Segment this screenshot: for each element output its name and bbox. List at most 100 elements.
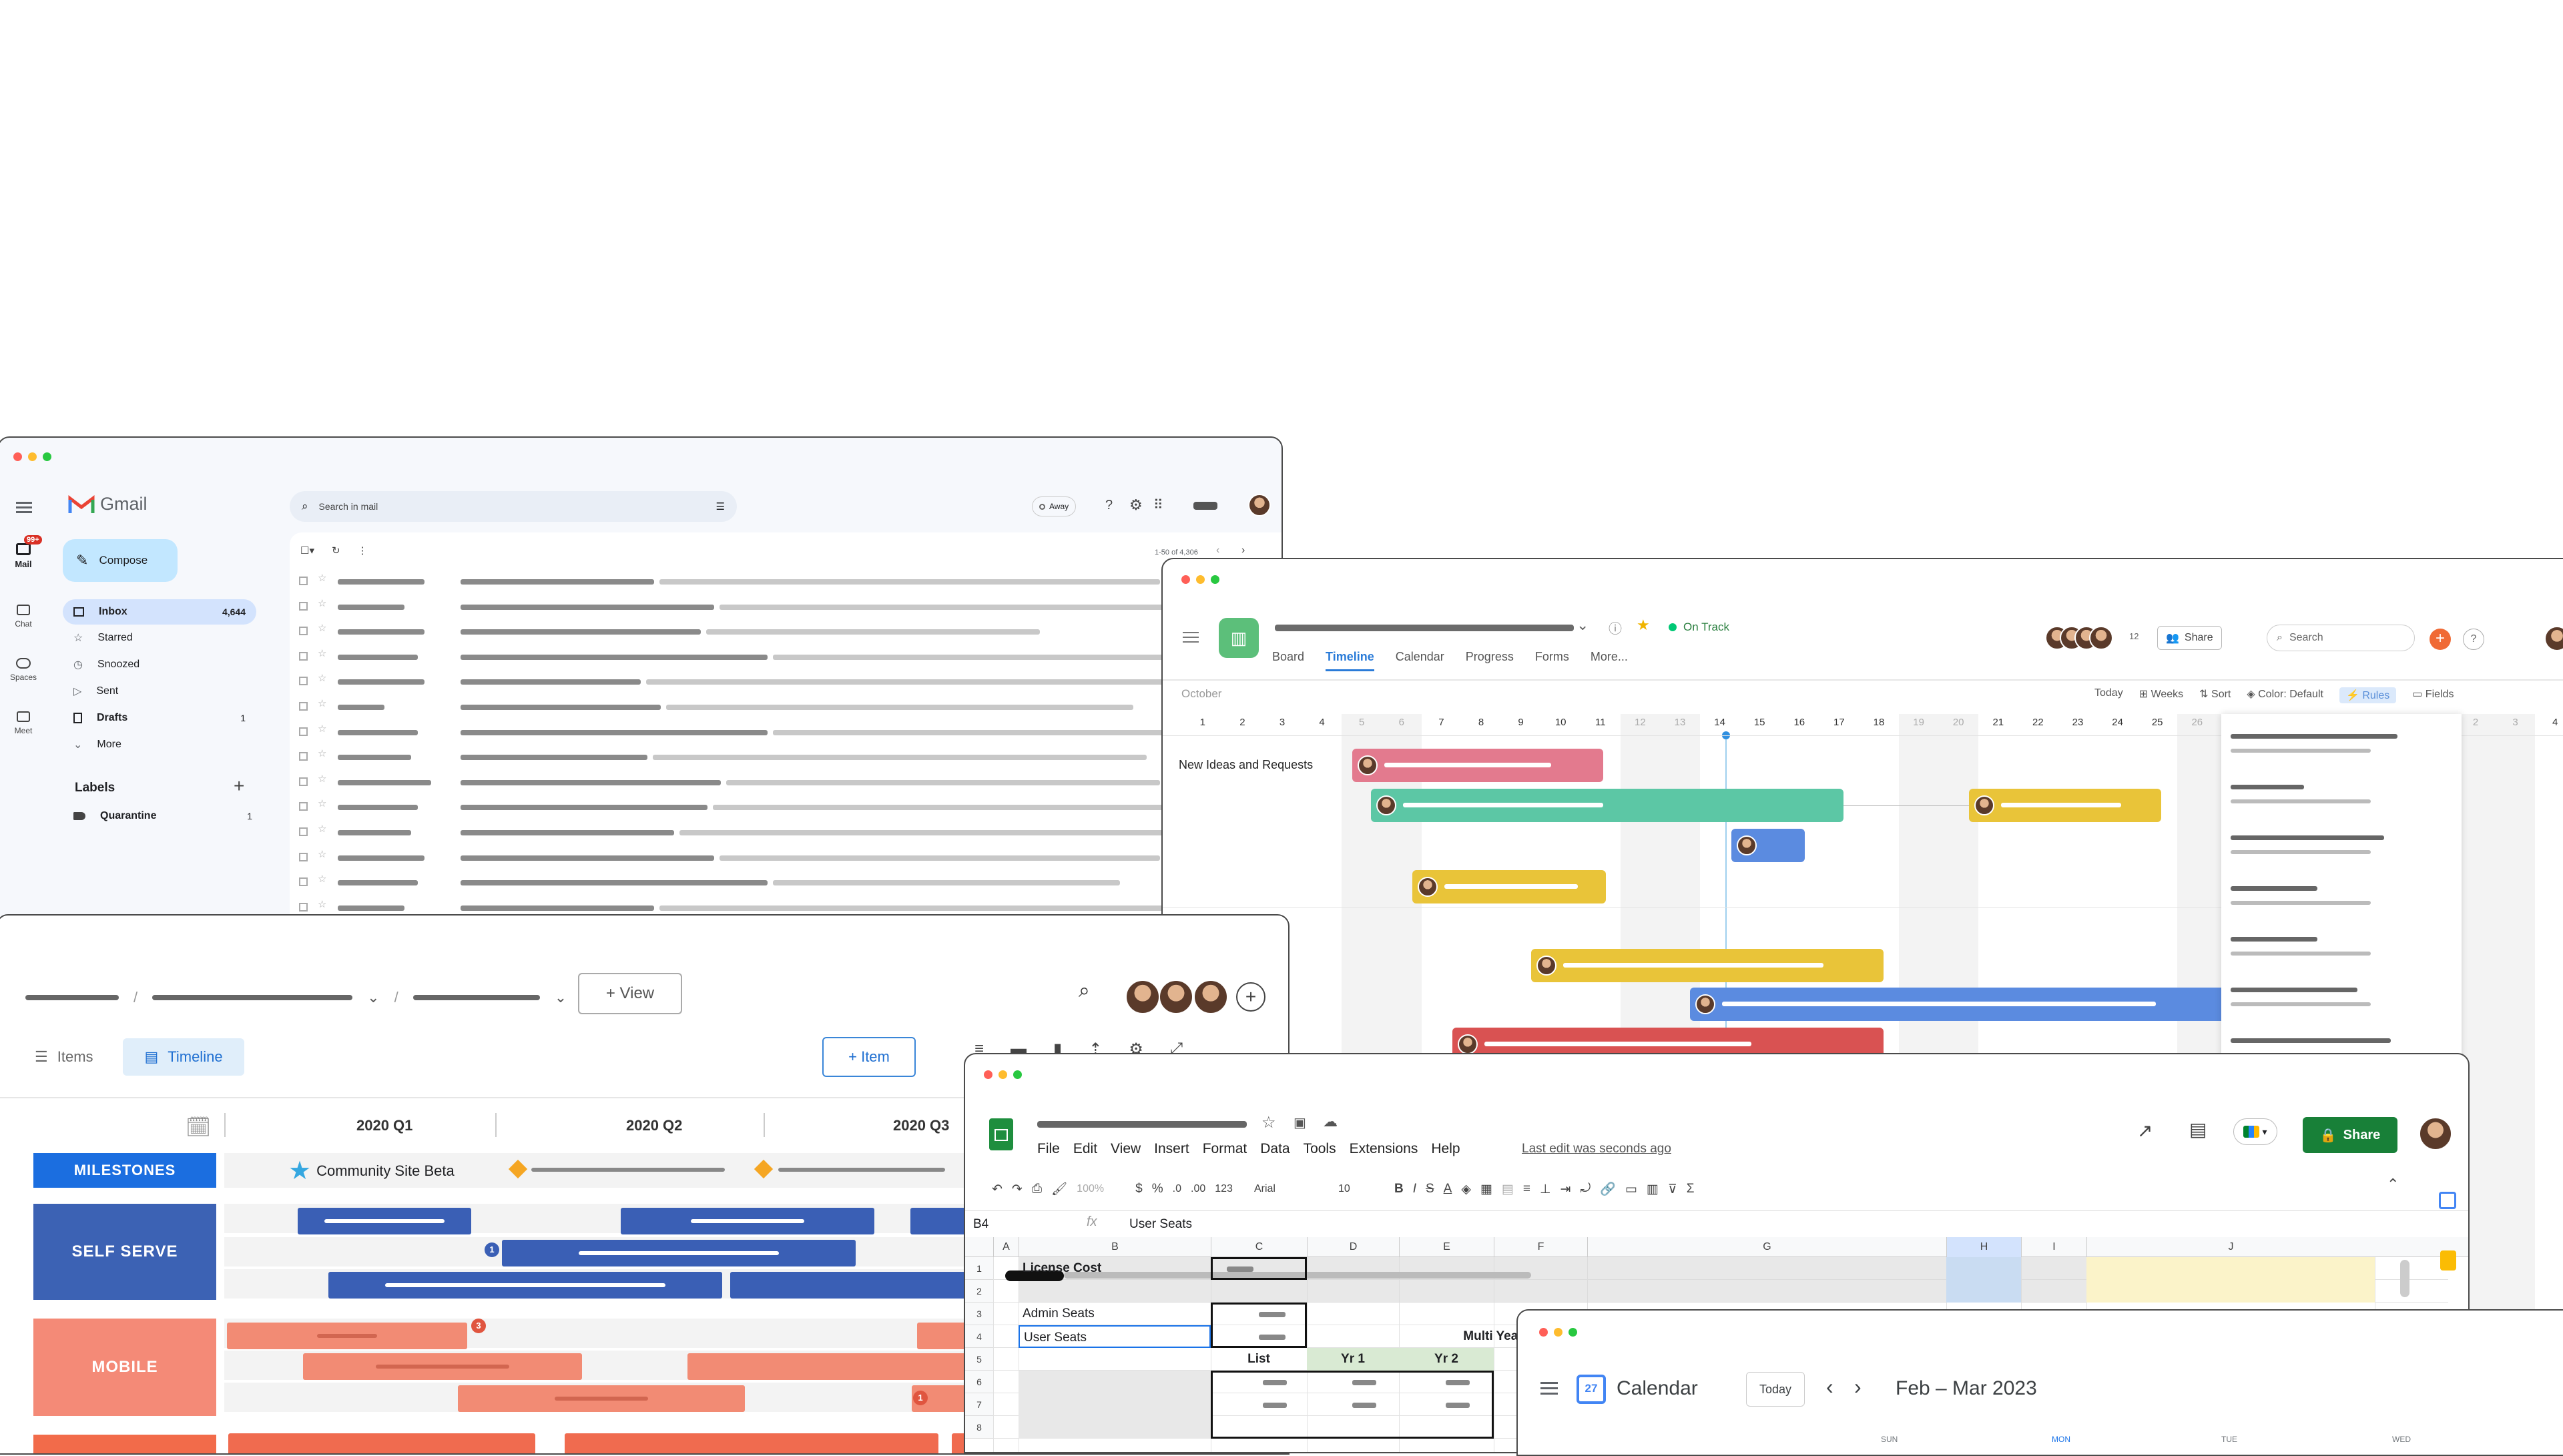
document-title[interactable]: [1037, 1121, 1247, 1128]
refresh-icon[interactable]: ↻: [332, 544, 340, 557]
menu-edit[interactable]: Edit: [1073, 1141, 1097, 1157]
share-button[interactable]: 👥 Share: [2157, 626, 2222, 650]
row-checkbox[interactable]: [299, 601, 308, 611]
mail-row[interactable]: ☆: [299, 797, 1282, 818]
star-icon[interactable]: ☆: [318, 672, 326, 684]
rule-title-placeholder[interactable]: [2231, 734, 2397, 739]
favorite-star-icon[interactable]: ★: [1637, 617, 1650, 634]
column-header[interactable]: H: [1946, 1237, 2021, 1257]
italic-icon[interactable]: I: [1413, 1182, 1416, 1196]
select-all-checkbox[interactable]: ☐▾: [300, 544, 314, 557]
cell[interactable]: User Seats: [1019, 1325, 1211, 1348]
row-header[interactable]: 8: [965, 1416, 993, 1439]
apps-icon[interactable]: ⠿: [1153, 496, 1163, 513]
mail-row[interactable]: ☆: [299, 822, 1282, 843]
currency-button[interactable]: $: [1135, 1182, 1143, 1196]
redo-icon[interactable]: ↷: [1012, 1182, 1023, 1197]
row-checkbox[interactable]: [299, 877, 308, 887]
row-checkbox[interactable]: [299, 651, 308, 661]
star-icon[interactable]: ☆: [318, 572, 326, 584]
valign-icon[interactable]: ⊥: [1540, 1182, 1551, 1197]
link-icon[interactable]: 🔗: [1600, 1181, 1616, 1197]
row-header[interactable]: 7: [965, 1393, 993, 1416]
add-label-icon[interactable]: +: [234, 775, 244, 797]
menu-data[interactable]: Data: [1260, 1141, 1290, 1157]
collaborator-avatar[interactable]: [1125, 980, 1160, 1014]
row-checkbox[interactable]: [299, 852, 308, 861]
mail-row[interactable]: ☆: [299, 621, 1282, 643]
toolbar-today[interactable]: Today: [2094, 687, 2123, 703]
star-icon[interactable]: ☆: [318, 773, 326, 785]
percent-button[interactable]: %: [1152, 1182, 1163, 1196]
name-box[interactable]: B4: [973, 1217, 988, 1232]
collaborator-avatar[interactable]: [1159, 980, 1193, 1014]
mail-row[interactable]: ☆: [299, 847, 1282, 869]
row-checkbox[interactable]: [299, 727, 308, 736]
column-header[interactable]: G: [1587, 1237, 1946, 1257]
rail-mail[interactable]: 99+ Mail: [8, 535, 42, 569]
wrap-icon[interactable]: ⇥: [1560, 1182, 1571, 1197]
rule-title-placeholder[interactable]: [2231, 1038, 2391, 1043]
mail-row[interactable]: ☆: [299, 747, 1282, 768]
decimal-increase-button[interactable]: .00: [1191, 1183, 1205, 1195]
group-self-serve[interactable]: SELF SERVE: [33, 1204, 216, 1300]
row-checkbox[interactable]: [299, 777, 308, 786]
cell[interactable]: Yr 1: [1307, 1348, 1399, 1371]
chart-icon[interactable]: ▥: [1647, 1182, 1659, 1197]
search-input[interactable]: ⌕ Search: [2267, 625, 2415, 651]
rail-meet[interactable]: Meet: [8, 711, 39, 735]
window-controls[interactable]: [984, 1070, 1022, 1079]
column-header[interactable]: A: [993, 1237, 1019, 1257]
borders-icon[interactable]: ▦: [1480, 1182, 1492, 1197]
star-icon[interactable]: ☆: [318, 823, 326, 835]
toolbar-sort[interactable]: ⇅ Sort: [2199, 687, 2231, 703]
row-header[interactable]: 3: [965, 1303, 993, 1325]
comments-icon[interactable]: ▤: [2189, 1118, 2207, 1140]
rule-title-placeholder[interactable]: [2231, 835, 2384, 840]
star-icon[interactable]: ☆: [318, 697, 326, 709]
rule-title-placeholder[interactable]: [2231, 937, 2317, 942]
project-status[interactable]: On Track: [1669, 621, 1729, 634]
cell[interactable]: License Cost: [1019, 1257, 1211, 1280]
column-header[interactable]: I: [2021, 1237, 2086, 1257]
toolbar-fields[interactable]: ▭ Fields: [2412, 687, 2454, 703]
mail-row[interactable]: ☆: [299, 722, 1282, 743]
calendar-settings-icon[interactable]: 🗓: [186, 1116, 211, 1139]
mail-row[interactable]: ☆: [299, 571, 1282, 593]
fill-color-icon[interactable]: ◈: [1461, 1182, 1471, 1197]
star-icon[interactable]: ☆: [1261, 1113, 1276, 1132]
column-header[interactable]: D: [1307, 1237, 1399, 1257]
tab-progress[interactable]: Progress: [1466, 650, 1514, 671]
today-button[interactable]: Today: [1746, 1372, 1805, 1407]
paint-format-icon[interactable]: 🖌: [1051, 1181, 1067, 1197]
roadmap-bar[interactable]: [502, 1240, 856, 1266]
row-checkbox[interactable]: [299, 627, 308, 636]
row-header[interactable]: 2: [965, 1280, 993, 1303]
info-icon[interactable]: ⓘ: [1609, 618, 1622, 637]
timeline-bar[interactable]: [1731, 829, 1805, 862]
rule-title-placeholder[interactable]: [2231, 988, 2357, 992]
cell[interactable]: Admin Seats: [1019, 1303, 1211, 1325]
column-header[interactable]: F: [1494, 1237, 1587, 1257]
nav-more[interactable]: ⌄ More: [63, 731, 256, 758]
functions-icon[interactable]: Σ: [1687, 1182, 1695, 1196]
timeline-bar[interactable]: [1371, 789, 1843, 822]
row-header[interactable]: 4: [965, 1325, 993, 1348]
align-icon[interactable]: ≡: [1523, 1182, 1530, 1196]
mail-row[interactable]: ☆: [299, 647, 1282, 668]
milestone-item[interactable]: ★ Community Site Beta: [288, 1158, 455, 1184]
timeline-bar[interactable]: [1690, 988, 2237, 1021]
star-icon[interactable]: ☆: [318, 898, 326, 910]
row-header[interactable]: 1: [965, 1257, 993, 1280]
next-icon[interactable]: ›: [1854, 1375, 1862, 1399]
star-icon[interactable]: ☆: [318, 797, 326, 809]
avatar[interactable]: [2419, 1117, 2452, 1150]
rotate-icon[interactable]: ⤾: [1580, 1182, 1591, 1196]
mail-row[interactable]: ☆: [299, 872, 1282, 893]
help-icon[interactable]: ?: [2463, 629, 2484, 650]
roadmap-bar[interactable]: [228, 1433, 535, 1453]
tab-forms[interactable]: Forms: [1535, 650, 1569, 671]
label-quarantine[interactable]: Quarantine 1: [73, 810, 256, 822]
group-next[interactable]: [33, 1435, 216, 1453]
collaborator-avatar[interactable]: [1193, 980, 1228, 1014]
